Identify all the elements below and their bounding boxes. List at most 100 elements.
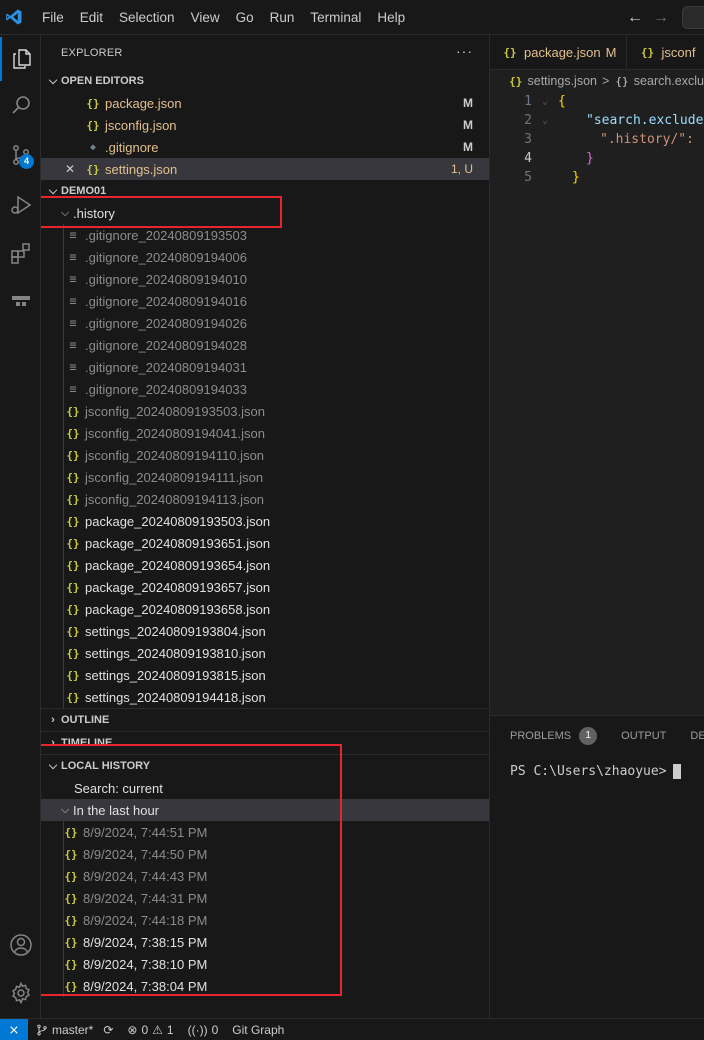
file-label: settings_20240809193815.json: [85, 667, 266, 683]
menu-item-file[interactable]: File: [34, 0, 72, 35]
menu-item-view[interactable]: View: [183, 0, 228, 35]
file-label: package_20240809193503.json: [85, 513, 271, 529]
history-folder[interactable]: ⌵ .history: [41, 202, 489, 224]
history-entry[interactable]: {} 8/9/2024, 7:44:43 PM: [41, 865, 489, 887]
branch-status[interactable]: master* ⟳: [36, 1023, 113, 1037]
open-editor-item[interactable]: ◆ .gitignore M: [41, 136, 489, 158]
settings-gear-icon[interactable]: [0, 971, 41, 1015]
command-center-search[interactable]: [682, 6, 704, 29]
code-editor[interactable]: 1 ⌄{2 ⌄ "search.exclude 3 ".history/": 4} 5}: [490, 92, 704, 187]
editor-tab[interactable]: {} package.json M: [490, 35, 628, 70]
json-icon: {}: [64, 957, 78, 971]
file-label: .gitignore_20240809194026: [85, 315, 247, 331]
file-item[interactable]: ≡ .gitignore_20240809193503: [41, 224, 489, 246]
json-icon: {}: [64, 869, 78, 883]
sync-icon[interactable]: ⟳: [103, 1023, 113, 1037]
git-graph-status[interactable]: Git Graph: [232, 1023, 284, 1037]
file-item[interactable]: {} settings_20240809194418.json: [41, 686, 489, 708]
menu-item-run[interactable]: Run: [262, 0, 303, 35]
indent-guide: [63, 642, 64, 664]
explorer-icon[interactable]: [0, 37, 41, 81]
history-entry[interactable]: {} 8/9/2024, 7:38:04 PM: [41, 975, 489, 997]
forward-arrow-icon[interactable]: →: [652, 9, 670, 27]
run-debug-icon[interactable]: [0, 183, 41, 227]
open-editor-item[interactable]: {} package.json M: [41, 92, 489, 114]
indent-guide: [63, 356, 64, 378]
ports-status[interactable]: ((·)) 0: [188, 1023, 219, 1037]
file-item[interactable]: {} package_20240809193654.json: [41, 554, 489, 576]
editor-tab[interactable]: {} jsconf: [627, 35, 704, 70]
file-item[interactable]: {} settings_20240809193810.json: [41, 642, 489, 664]
menu-item-edit[interactable]: Edit: [72, 0, 111, 35]
file-item[interactable]: {} package_20240809193503.json: [41, 510, 489, 532]
tab-output[interactable]: OUTPUT: [621, 730, 666, 742]
history-entry-label: 8/9/2024, 7:44:51 PM: [83, 824, 208, 840]
more-actions-icon[interactable]: ···: [456, 43, 473, 59]
history-entry[interactable]: {} 8/9/2024, 7:44:18 PM: [41, 909, 489, 931]
fold-chevron-icon[interactable]: [532, 149, 558, 168]
menu-item-go[interactable]: Go: [228, 0, 262, 35]
breadcrumb-node[interactable]: search.exclu: [634, 74, 704, 88]
history-entry-label: 8/9/2024, 7:44:50 PM: [83, 846, 208, 862]
remote-explorer-icon[interactable]: [0, 279, 41, 323]
fold-chevron-icon[interactable]: ⌄: [532, 111, 558, 130]
search-icon[interactable]: [0, 83, 41, 127]
remote-indicator-icon[interactable]: ⨯: [0, 1018, 28, 1040]
breadcrumb-file[interactable]: settings.json: [528, 74, 597, 88]
file-item[interactable]: {} package_20240809193651.json: [41, 532, 489, 554]
outline-header[interactable]: › OUTLINE: [41, 709, 489, 731]
menu-item-terminal[interactable]: Terminal: [302, 0, 369, 35]
editor-tab-status: M: [605, 45, 617, 60]
problems-status[interactable]: ⊗ 0 ⚠ 1: [127, 1023, 173, 1037]
file-item[interactable]: ≡ .gitignore_20240809194026: [41, 312, 489, 334]
open-editor-item[interactable]: {} jsconfig.json M: [41, 114, 489, 136]
local-history-search[interactable]: Search: current: [41, 777, 489, 799]
tab-debug-console[interactable]: DEBU: [690, 730, 704, 742]
fold-chevron-icon[interactable]: [532, 130, 558, 149]
file-item[interactable]: ≡ .gitignore_20240809194006: [41, 246, 489, 268]
workspace-header[interactable]: ⌵ DEMO01: [41, 180, 489, 202]
back-arrow-icon[interactable]: ←: [626, 9, 644, 27]
history-entry[interactable]: {} 8/9/2024, 7:44:50 PM: [41, 843, 489, 865]
fold-chevron-icon[interactable]: [532, 168, 558, 187]
menu-item-help[interactable]: Help: [369, 0, 413, 35]
file-label: package_20240809193657.json: [85, 579, 271, 595]
history-entry[interactable]: {} 8/9/2024, 7:44:51 PM: [41, 821, 489, 843]
explorer-title: EXPLORER: [61, 46, 123, 59]
file-item[interactable]: {} jsconfig_20240809194113.json: [41, 488, 489, 510]
editor-tab-label: jsconf: [661, 45, 696, 60]
warning-count: 1: [166, 1022, 174, 1037]
indent-guide: [63, 865, 64, 887]
close-icon[interactable]: ✕: [65, 162, 85, 176]
fold-chevron-icon[interactable]: ⌄: [532, 92, 558, 111]
json-icon: {}: [66, 690, 80, 704]
timeline-header[interactable]: › TIMELINE: [41, 732, 489, 754]
file-item[interactable]: {} jsconfig_20240809193503.json: [41, 400, 489, 422]
accounts-icon[interactable]: [0, 923, 41, 967]
history-entry[interactable]: {} 8/9/2024, 7:44:31 PM: [41, 887, 489, 909]
local-history-header[interactable]: ⌵ LOCAL HISTORY: [41, 755, 489, 777]
file-item[interactable]: ≡ .gitignore_20240809194028: [41, 334, 489, 356]
file-item[interactable]: {} settings_20240809193815.json: [41, 664, 489, 686]
file-item[interactable]: {} package_20240809193657.json: [41, 576, 489, 598]
open-editors-header[interactable]: ⌵ OPEN EDITORS: [41, 70, 489, 92]
history-entry[interactable]: {} 8/9/2024, 7:38:10 PM: [41, 953, 489, 975]
file-item[interactable]: {} jsconfig_20240809194111.json: [41, 466, 489, 488]
indent-guide: [63, 466, 64, 488]
open-editor-item[interactable]: ✕{} settings.json 1, U: [41, 158, 489, 180]
file-item[interactable]: ≡ .gitignore_20240809194031: [41, 356, 489, 378]
file-item[interactable]: ≡ .gitignore_20240809194033: [41, 378, 489, 400]
file-item[interactable]: ≡ .gitignore_20240809194010: [41, 268, 489, 290]
file-item[interactable]: ≡ .gitignore_20240809194016: [41, 290, 489, 312]
terminal[interactable]: PS C:\Users\zhaoyue>: [490, 764, 704, 779]
file-item[interactable]: {} jsconfig_20240809194041.json: [41, 422, 489, 444]
file-label: .gitignore_20240809193503: [85, 227, 247, 243]
history-entry[interactable]: {} 8/9/2024, 7:38:15 PM: [41, 931, 489, 953]
local-history-group[interactable]: ⌵ In the last hour: [41, 799, 489, 821]
file-item[interactable]: {} settings_20240809193804.json: [41, 620, 489, 642]
extensions-icon[interactable]: [0, 231, 41, 275]
file-item[interactable]: {} jsconfig_20240809194110.json: [41, 444, 489, 466]
menu-item-selection[interactable]: Selection: [111, 0, 183, 35]
file-item[interactable]: {} package_20240809193658.json: [41, 598, 489, 620]
tab-problems[interactable]: PROBLEMS 1: [510, 727, 598, 745]
